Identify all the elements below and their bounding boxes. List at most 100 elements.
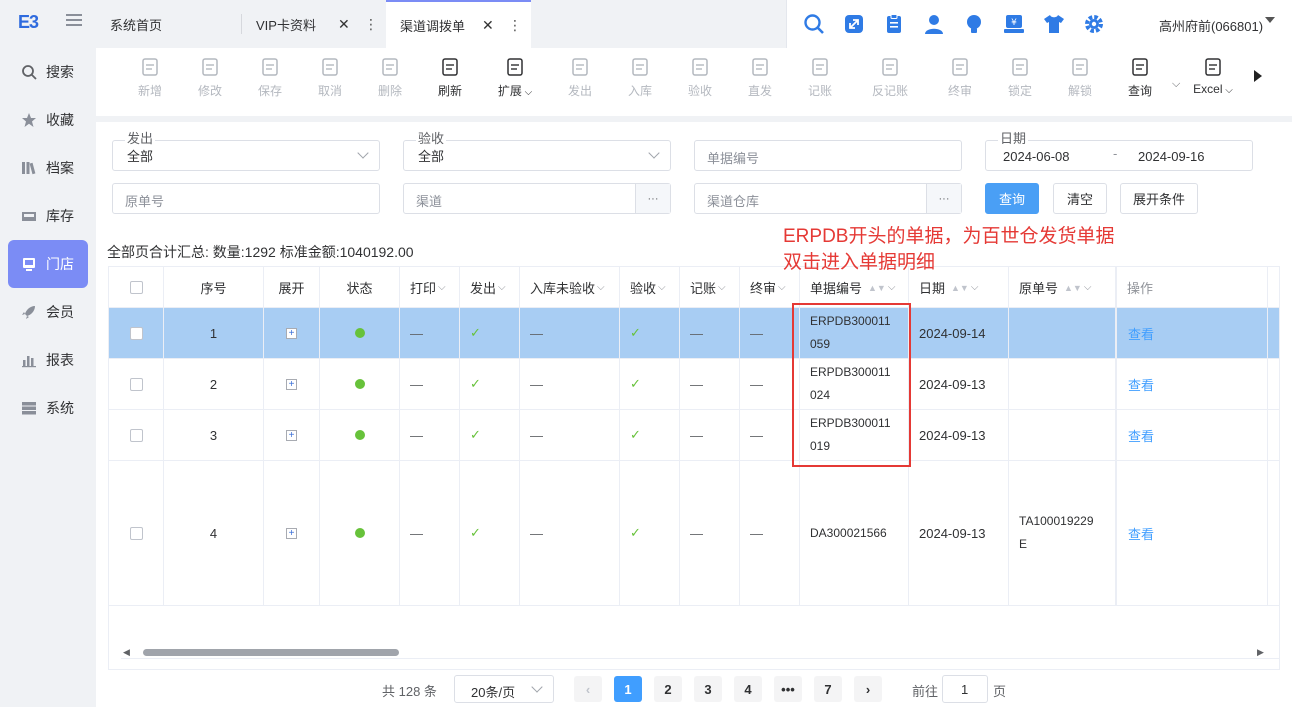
page-number-button[interactable]: 3 xyxy=(694,676,722,702)
chevron-down-icon[interactable]: ⌵ xyxy=(597,282,605,293)
header-in-unchecked[interactable]: 入库未验收 ⌵ xyxy=(520,267,620,308)
cell-expand[interactable]: + xyxy=(264,410,320,460)
chevron-down-icon[interactable]: ⌵ xyxy=(778,282,786,293)
sidebar-item-archive[interactable]: 档案 xyxy=(8,144,88,192)
view-link[interactable]: 查看 xyxy=(1128,524,1154,543)
header-post[interactable]: 记账 ⌵ xyxy=(680,267,740,308)
select-all-checkbox[interactable] xyxy=(129,281,143,294)
table-row[interactable]: 4 + — ✓ — ✓ — — DA300021566 2024-09-13 TA100019229… xyxy=(109,461,1279,606)
channel-lookup-button[interactable]: ··· xyxy=(635,184,670,213)
more-vertical-icon[interactable]: ⋮ xyxy=(364,16,378,33)
goto-page-input[interactable]: 1 xyxy=(942,675,988,703)
toolbar-plus-doc-button[interactable]: 新增 xyxy=(120,56,180,99)
toolbar-lock-button[interactable]: 锁定 xyxy=(990,56,1050,99)
gear-icon[interactable] xyxy=(1083,13,1105,35)
row-checkbox[interactable] xyxy=(129,326,143,340)
page-number-button[interactable]: 4 xyxy=(734,676,762,702)
cell-expand[interactable]: + xyxy=(264,308,320,358)
table-row[interactable]: 3 + — ✓ — ✓ — — ERPDB300011 019 2024-09-13 查看 xyxy=(109,410,1279,461)
close-icon[interactable]: ✕ xyxy=(338,16,350,33)
chevron-down-icon[interactable]: ⌵ xyxy=(1084,282,1092,293)
current-user[interactable]: 高州府前(066801) xyxy=(1159,16,1263,35)
toolbar-note-button[interactable]: 记账 xyxy=(790,56,850,99)
query-button[interactable]: 查询 xyxy=(985,183,1039,214)
chevron-down-icon[interactable]: ⌵ xyxy=(1222,85,1233,96)
cell-select[interactable] xyxy=(109,359,164,409)
toolbar-more-icon[interactable] xyxy=(1254,70,1262,82)
sidebar-item-member[interactable]: 会员 xyxy=(8,288,88,336)
chevron-down-icon[interactable]: ⌵ xyxy=(522,87,533,98)
chevron-down-icon[interactable] xyxy=(1265,17,1275,23)
sort-icon[interactable]: ▲▼ xyxy=(1064,283,1082,293)
header-print[interactable]: 打印 ⌵ xyxy=(400,267,460,308)
horizontal-scrollbar[interactable]: ◀ ▶ xyxy=(121,647,1279,658)
chevron-down-icon[interactable]: ⌵ xyxy=(658,282,666,293)
toolbar-check-circle-button[interactable]: 终审 xyxy=(930,56,990,99)
header-send[interactable]: 发出 ⌵ xyxy=(460,267,520,308)
page-number-button[interactable]: 1 xyxy=(614,676,642,702)
sort-icon[interactable]: ▲▼ xyxy=(951,283,969,293)
toolbar-edit-button[interactable]: 修改 xyxy=(180,56,240,99)
next-page-button[interactable]: › xyxy=(854,676,882,702)
original-number-input[interactable]: 原单号 xyxy=(112,183,380,214)
toolbar-query-button[interactable]: 查询 xyxy=(1110,56,1170,99)
toolbar-download-button[interactable]: 入库 xyxy=(610,56,670,99)
shirt-icon[interactable] xyxy=(1043,13,1065,35)
sidebar-item-system[interactable]: 系统 xyxy=(8,384,88,432)
menu-collapse-icon[interactable] xyxy=(66,14,82,28)
toolbar-check-square-button[interactable]: 验收 xyxy=(670,56,730,99)
table-row[interactable]: 1 + — ✓ — ✓ — — ERPDB300011 059 2024-09-14 查看 xyxy=(109,308,1279,359)
clipboard-icon[interactable] xyxy=(883,13,905,35)
date-from[interactable]: 2024-06-08 xyxy=(1003,149,1070,164)
scroll-left-icon[interactable]: ◀ xyxy=(123,647,130,658)
sort-icon[interactable]: ▲▼ xyxy=(868,283,886,293)
cashier-icon[interactable]: ¥ xyxy=(1003,13,1025,35)
toolbar-truck-button[interactable]: 直发 xyxy=(730,56,790,99)
tab-vip-card[interactable]: VIP卡资料 ✕ ⋮ xyxy=(242,0,385,48)
chevron-down-icon[interactable]: ⌵ xyxy=(718,282,726,293)
page-number-button[interactable]: 7 xyxy=(814,676,842,702)
page-number-button[interactable]: 2 xyxy=(654,676,682,702)
warehouse-lookup-button[interactable]: ··· xyxy=(926,184,961,213)
row-checkbox[interactable] xyxy=(129,526,143,540)
toolbar-reverse-note-button[interactable]: 反记账 xyxy=(860,56,920,99)
toolbar-refresh-button[interactable]: 刷新 xyxy=(420,56,480,99)
tab-home[interactable]: 系统首页 xyxy=(96,0,241,48)
sidebar-item-inventory[interactable]: 库存 xyxy=(8,192,88,240)
clear-button[interactable]: 清空 xyxy=(1053,183,1107,214)
table-row[interactable]: 2 + — ✓ — ✓ — — ERPDB300011 024 2024-09-13 查看 xyxy=(109,359,1279,410)
view-link[interactable]: 查看 xyxy=(1128,375,1154,394)
header-check[interactable]: 验收 ⌵ xyxy=(620,267,680,308)
sidebar-item-favorites[interactable]: 收藏 xyxy=(8,96,88,144)
search-icon[interactable] xyxy=(803,13,825,35)
expand-row-icon[interactable]: + xyxy=(286,429,297,441)
sidebar-item-search[interactable]: 搜索 xyxy=(8,48,88,96)
chevron-down-icon[interactable]: ⌵ xyxy=(971,282,979,293)
date-to[interactable]: 2024-09-16 xyxy=(1138,149,1205,164)
channel-input[interactable]: 渠道 ··· xyxy=(403,183,671,214)
sidebar-item-store[interactable]: 门店 xyxy=(8,240,88,288)
header-select-all[interactable] xyxy=(109,267,164,308)
row-checkbox[interactable] xyxy=(129,428,143,442)
filter-send-select[interactable]: 发出 全部 xyxy=(112,131,380,171)
cell-select[interactable] xyxy=(109,308,164,358)
view-link[interactable]: 查看 xyxy=(1128,426,1154,445)
lightbulb-icon[interactable] xyxy=(963,13,985,35)
tab-channel-transfer[interactable]: 渠道调拨单 ✕ ⋮ xyxy=(386,0,531,48)
doc-number-input[interactable]: 单据编号 xyxy=(694,140,962,171)
chevron-down-icon[interactable]: ⌵ xyxy=(888,282,896,293)
prev-page-button[interactable]: ‹ xyxy=(574,676,602,702)
chevron-down-icon[interactable]: ⌵ xyxy=(1172,78,1180,91)
scroll-thumb[interactable] xyxy=(143,649,399,656)
expand-row-icon[interactable]: + xyxy=(286,527,297,539)
filter-check-select[interactable]: 验收 全部 xyxy=(403,131,671,171)
page-number-button[interactable]: ••• xyxy=(774,676,802,702)
toolbar-table-button[interactable]: Excel ⌵ xyxy=(1183,56,1243,96)
cell-doc-no[interactable]: DA300021566 xyxy=(800,461,909,605)
row-checkbox[interactable] xyxy=(129,377,143,391)
cell-expand[interactable]: + xyxy=(264,461,320,605)
scroll-right-icon[interactable]: ▶ xyxy=(1257,647,1264,658)
cell-expand[interactable]: + xyxy=(264,359,320,409)
expand-row-icon[interactable]: + xyxy=(286,327,297,339)
chevron-down-icon[interactable]: ⌵ xyxy=(438,282,446,293)
